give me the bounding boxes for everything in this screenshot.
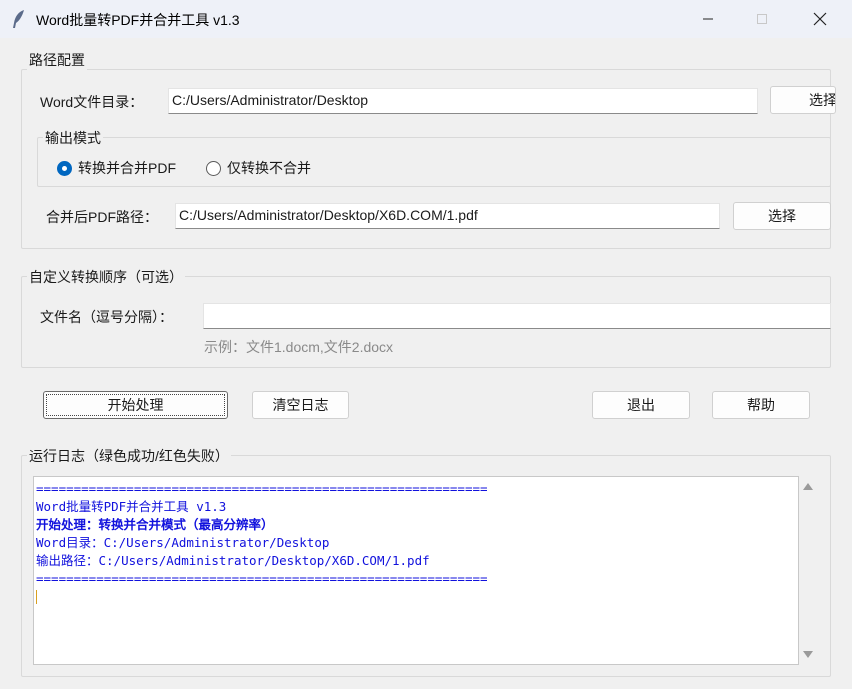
log-line: Word目录：C:/Users/Administrator/Desktop [36, 535, 330, 550]
word-dir-label: Word文件目录： [40, 94, 144, 110]
log-line: ========================================… [36, 571, 488, 586]
log-scrollbar[interactable] [799, 476, 817, 665]
title-bar: Word批量转PDF并合并工具 v1.3 [0, 0, 852, 38]
close-icon [813, 12, 827, 26]
minimize-button[interactable] [682, 0, 734, 38]
merged-path-input[interactable]: C:/Users/Administrator/Desktop/X6D.COM/1… [175, 203, 720, 229]
mode-option-convert-only[interactable]: 仅转换不合并 [206, 158, 311, 178]
radio-selected-icon [57, 160, 72, 176]
filename-input[interactable] [203, 303, 831, 329]
example-hint: 示例：文件1.docm,文件2.docx [204, 339, 394, 355]
help-button[interactable]: 帮助 [712, 391, 810, 419]
merged-path-select-button[interactable]: 选择 [733, 202, 831, 230]
log-group-label: 运行日志（绿色成功/红色失败） [27, 446, 231, 466]
mode-option-merge-label: 转换并合并PDF [78, 160, 176, 176]
start-button[interactable]: 开始处理 [43, 391, 228, 419]
word-dir-input[interactable]: C:/Users/Administrator/Desktop [168, 88, 758, 114]
word-dir-select-button[interactable]: 选择 [770, 86, 836, 114]
mode-option-merge[interactable]: 转换并合并PDF [57, 158, 176, 178]
text-caret [36, 590, 37, 604]
path-config-label: 路径配置 [27, 50, 87, 70]
merged-path-label: 合并后PDF路径： [46, 209, 158, 225]
maximize-icon [757, 14, 767, 24]
radio-unselected-icon [206, 160, 221, 176]
log-line: ========================================… [36, 481, 488, 496]
window-title: Word批量转PDF并合并工具 v1.3 [36, 12, 240, 28]
output-mode-label: 输出模式 [43, 128, 103, 148]
maximize-button[interactable] [736, 0, 788, 38]
filename-label: 文件名（逗号分隔）： [40, 309, 173, 325]
scroll-down-icon[interactable] [803, 651, 813, 658]
feather-icon [13, 10, 24, 28]
log-line: Word批量转PDF并合并工具 v1.3 [36, 499, 227, 514]
custom-order-label: 自定义转换顺序（可选） [27, 267, 185, 287]
close-button[interactable] [794, 0, 846, 38]
log-line: 输出路径：C:/Users/Administrator/Desktop/X6D.… [36, 553, 430, 568]
mode-option-convert-only-label: 仅转换不合并 [227, 160, 311, 176]
minimize-icon [703, 18, 713, 20]
log-line: 开始处理：转换并合并模式（最高分辨率） [36, 517, 274, 532]
clear-log-button[interactable]: 清空日志 [252, 391, 349, 419]
scroll-up-icon[interactable] [803, 483, 813, 490]
exit-button[interactable]: 退出 [592, 391, 690, 419]
log-text-area[interactable]: ========================================… [33, 476, 799, 665]
